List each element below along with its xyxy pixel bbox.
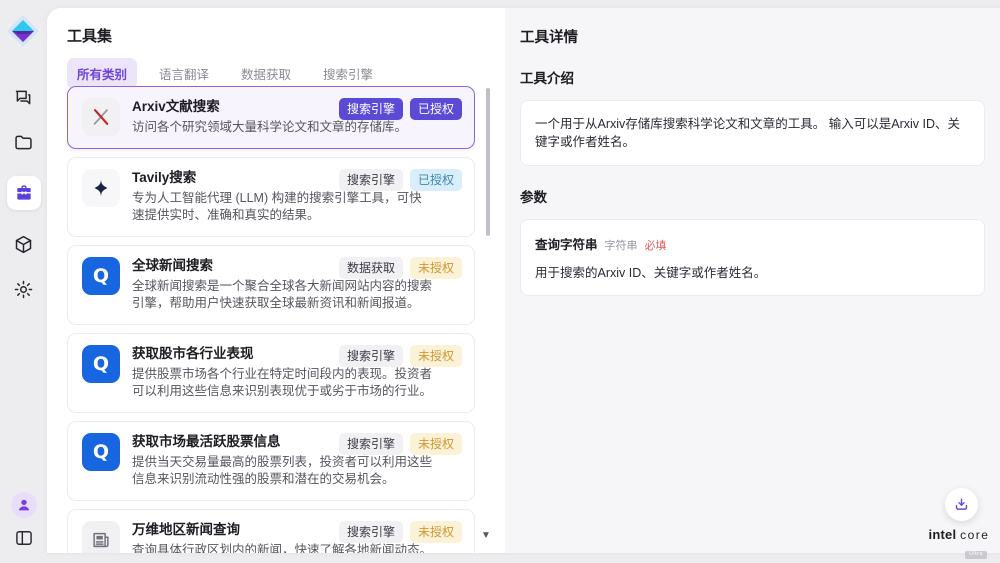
auth-badge: 已授权 [410,169,462,191]
tool-description: 查询具体行政区划内的新闻，快速了解各地新闻动态。 [132,542,434,554]
user-avatar user-icon[interactable] [11,492,37,518]
sidebar-item-toolbox toolbox-icon[interactable] [7,176,41,210]
tool-badges: 搜索引擎未授权 [339,433,462,455]
intro-text: 一个用于从Arxiv存储库搜索科学论文和文章的工具。 输入可以是Arxiv ID… [535,115,970,151]
tool-badges: 搜索引擎未授权 [339,345,462,367]
param-type: 字符串 [605,237,638,253]
sidebar-item-chat chat-icon[interactable] [13,86,35,108]
param-required-flag: 必填 [645,237,667,253]
tool-badges: 搜索引擎已授权 [339,98,462,120]
tool-card[interactable]: Tavily搜索专为人工智能代理 (LLM) 构建的搜索引擎工具，可快速提供实时… [67,157,475,237]
tool-badges: 数据获取未授权 [339,257,462,279]
tab-data-fetch[interactable]: 数据获取 [231,58,301,89]
tool-card[interactable]: Q获取市场最活跃股票信息提供当天交易量最高的股票列表，投资者可以利用这些信息来识… [67,421,475,501]
param-name: 查询字符串 [535,234,598,253]
tab-all-categories[interactable]: 所有类别 [67,58,137,89]
intro-heading: 工具介绍 [520,67,985,87]
icon-rail [0,0,47,563]
auth-badge: 未授权 [410,345,462,367]
tool-list: Arxiv文献搜索访问各个研究领域大量科学论文和文章的存储库。搜索引擎已授权 Ta… [67,86,475,553]
detail-title: 工具详情 [520,26,985,47]
tool-description: 专为人工智能代理 (LLM) 构建的搜索引擎工具，可快速提供实时、准确和真实的结… [132,190,434,225]
category-badge: 搜索引擎 [339,433,403,455]
juhe-q-icon: Q [82,345,120,383]
list-scrollbar-thumb[interactable] [486,88,490,236]
intel-core-logo: intel core Ultra [925,527,993,560]
tool-card[interactable]: 万维地区新闻查询查询具体行政区划内的新闻，快速了解各地新闻动态。搜索引擎未授权 [67,509,475,554]
auth-badge: 未授权 [410,521,462,543]
tool-card[interactable]: Q全球新闻搜索全球新闻搜索是一个聚合全球各大新闻网站内容的搜索引擎，帮助用户快速… [67,245,475,325]
params-heading: 参数 [520,186,985,206]
app-logo gem-diamond-logo [6,14,40,48]
ultra-badge: Ultra [965,551,987,560]
tool-card[interactable]: Q获取股市各行业表现提供股票市场各个行业在特定时间段内的表现。投资者可以利用这些… [67,333,475,413]
auth-badge: 未授权 [410,433,462,455]
tool-description: 全球新闻搜索是一个聚合全球各大新闻网站内容的搜索引擎，帮助用户快速获取全球最新资… [132,278,434,313]
sidebar-item-cube cube-icon[interactable] [13,233,35,255]
tool-badges: 搜索引擎已授权 [339,169,462,191]
category-badge: 搜索引擎 [339,98,403,120]
tab-translation[interactable]: 语言翻译 [149,58,219,89]
tool-card[interactable]: Arxiv文献搜索访问各个研究领域大量科学论文和文章的存储库。搜索引擎已授权 [67,86,475,149]
intel-text: intel [929,527,957,542]
param-desc: 用于搜索的Arxiv ID、关键字或作者姓名。 [535,262,970,281]
collapse-sidebar-button panel-collapse-icon[interactable] [13,527,35,549]
main-panel: 工具集 所有类别语言翻译数据获取搜索引擎 Arxiv文献搜索访问各个研究领域大量… [47,8,1000,553]
auth-badge: 未授权 [410,257,462,279]
page-title: 工具集 [67,25,112,46]
juhe-q-icon: Q [82,257,120,295]
tool-badges: 搜索引擎未授权 [339,521,462,543]
intro-card: 一个用于从Arxiv存储库搜索科学论文和文章的工具。 输入可以是Arxiv ID… [520,100,985,166]
tool-detail-section: 工具详情 工具介绍 一个用于从Arxiv存储库搜索科学论文和文章的工具。 输入可… [505,8,1000,553]
tool-list-section: 工具集 所有类别语言翻译数据获取搜索引擎 Arxiv文献搜索访问各个研究领域大量… [47,8,505,553]
rail-bottom [0,492,47,549]
core-text: core [960,528,989,542]
scroll-down-arrow-icon[interactable]: ▼ [481,530,491,541]
category-tabs: 所有类别语言翻译数据获取搜索引擎 [67,58,383,89]
auth-badge: 已授权 [410,98,462,120]
sidebar-item-settings gear-icon[interactable] [13,278,35,300]
juhe-q-icon: Q [82,433,120,471]
category-badge: 搜索引擎 [339,345,403,367]
tab-search-engine[interactable]: 搜索引擎 [313,58,383,89]
tavily-icon [82,169,120,207]
category-badge: 数据获取 [339,257,403,279]
param-card: 查询字符串 字符串 必填 用于搜索的Arxiv ID、关键字或作者姓名。 [520,219,985,296]
sidebar-item-folder folder-icon[interactable] [13,131,35,153]
category-badge: 搜索引擎 [339,169,403,191]
arxiv-icon [82,98,120,136]
tool-description: 访问各个研究领域大量科学论文和文章的存储库。 [132,119,434,137]
rail-items [0,86,47,300]
tool-description: 提供股票市场各个行业在特定时间段内的表现。投资者可以利用这些信息来识别表现优于或… [132,366,434,401]
category-badge: 搜索引擎 [339,521,403,543]
newspaper-icon [82,521,120,554]
download-button download-icon[interactable] [945,488,978,521]
tool-description: 提供当天交易量最高的股票列表，投资者可以利用这些信息来识别流动性强的股票和潜在的… [132,454,434,489]
